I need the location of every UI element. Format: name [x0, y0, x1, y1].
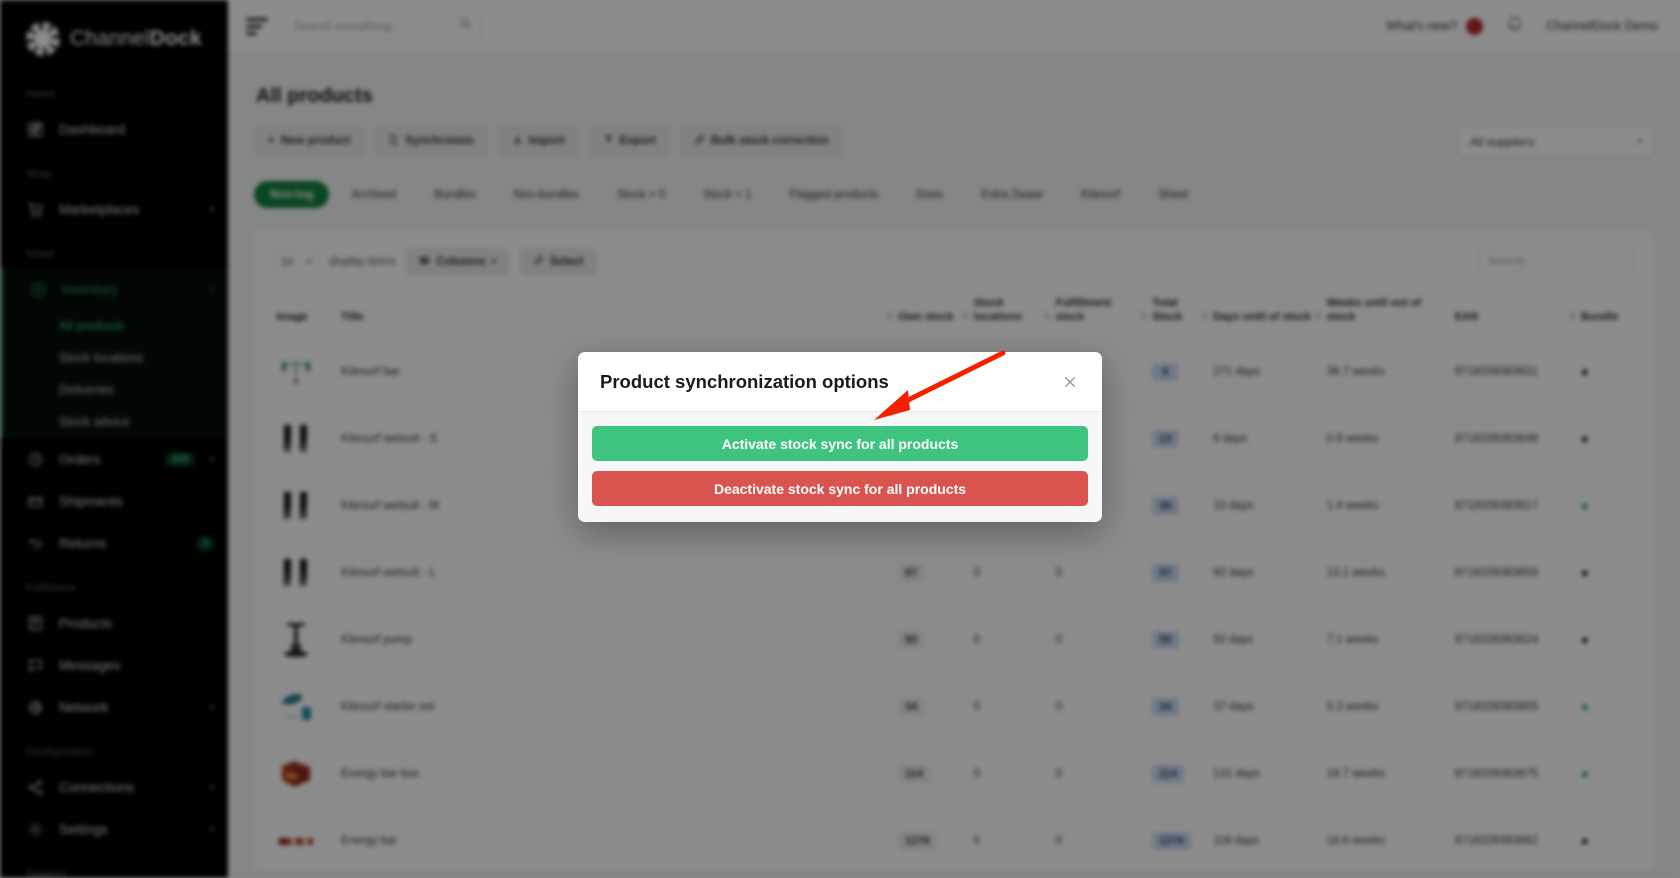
- product-synchronization-modal: Product synchronization options Activate…: [578, 352, 1102, 522]
- modal-body: Activate stock sync for all products Dea…: [578, 412, 1102, 522]
- deactivate-stock-sync-button[interactable]: Deactivate stock sync for all products: [592, 471, 1088, 506]
- modal-title: Product synchronization options: [600, 371, 889, 392]
- modal-header: Product synchronization options: [578, 352, 1102, 412]
- close-icon[interactable]: [1060, 372, 1080, 392]
- activate-stock-sync-button[interactable]: Activate stock sync for all products: [592, 426, 1088, 461]
